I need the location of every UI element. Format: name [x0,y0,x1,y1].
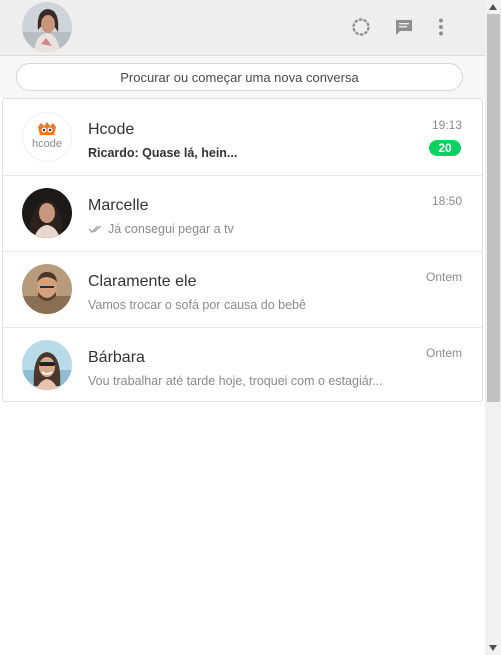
hcode-logo-avatar: hcode [22,112,72,162]
unread-badge: 20 [429,140,461,156]
status-ring-icon[interactable] [350,16,372,38]
chat-preview-row: Já consegui pegar a tv [88,222,234,237]
svg-text:hcode: hcode [32,138,62,150]
chat-preview: Já consegui pegar a tv [108,222,234,236]
scroll-thumb[interactable] [487,14,500,402]
chat-time: Ontem [425,346,462,360]
chat-name: Hcode [88,121,135,138]
my-profile-avatar[interactable] [22,2,72,52]
search-input[interactable] [16,63,463,91]
chat-preview: Vou trabalhar até tarde hoje, troquei co… [88,374,383,388]
chat-name: Claramente ele [88,273,197,290]
chat-name: Bárbara [88,349,145,366]
barbara-avatar [22,340,72,390]
whatsapp-app: hcode Hcode 19:13 Ricardo: Quase lá, hei… [0,0,485,655]
chat-time: 19:13 [431,118,462,132]
scroll-up-arrow-icon[interactable] [489,2,497,12]
more-vertical-icon[interactable] [430,16,452,38]
chat-list: hcode Hcode 19:13 Ricardo: Quase lá, hei… [2,98,483,402]
scrollbar[interactable] [485,0,501,655]
chat-preview: Ricardo: Quase lá, hein... [88,146,238,160]
chat-item-claramente-ele[interactable]: Claramente ele Ontem Vamos trocar o sofá… [3,251,482,328]
chat-time: 18:50 [431,194,462,208]
chat-preview: Vamos trocar o sofá por causa do bebê [88,298,306,312]
double-check-icon [88,223,104,237]
chat-time: Ontem [425,270,462,284]
chat-item-hcode[interactable]: hcode Hcode 19:13 Ricardo: Quase lá, hei… [3,99,482,176]
search-area [0,56,485,98]
chat-item-marcelle[interactable]: Marcelle 18:50 Já consegui pegar a tv [3,175,482,252]
chat-name: Marcelle [88,197,149,214]
claramente-ele-avatar [22,264,72,314]
chat-item-barbara[interactable]: Bárbara Ontem Vou trabalhar até tarde ho… [3,327,482,403]
chat-icon[interactable] [393,16,415,38]
marcelle-avatar [22,188,72,238]
app-header [0,0,485,56]
scroll-down-arrow-icon[interactable] [489,643,497,653]
